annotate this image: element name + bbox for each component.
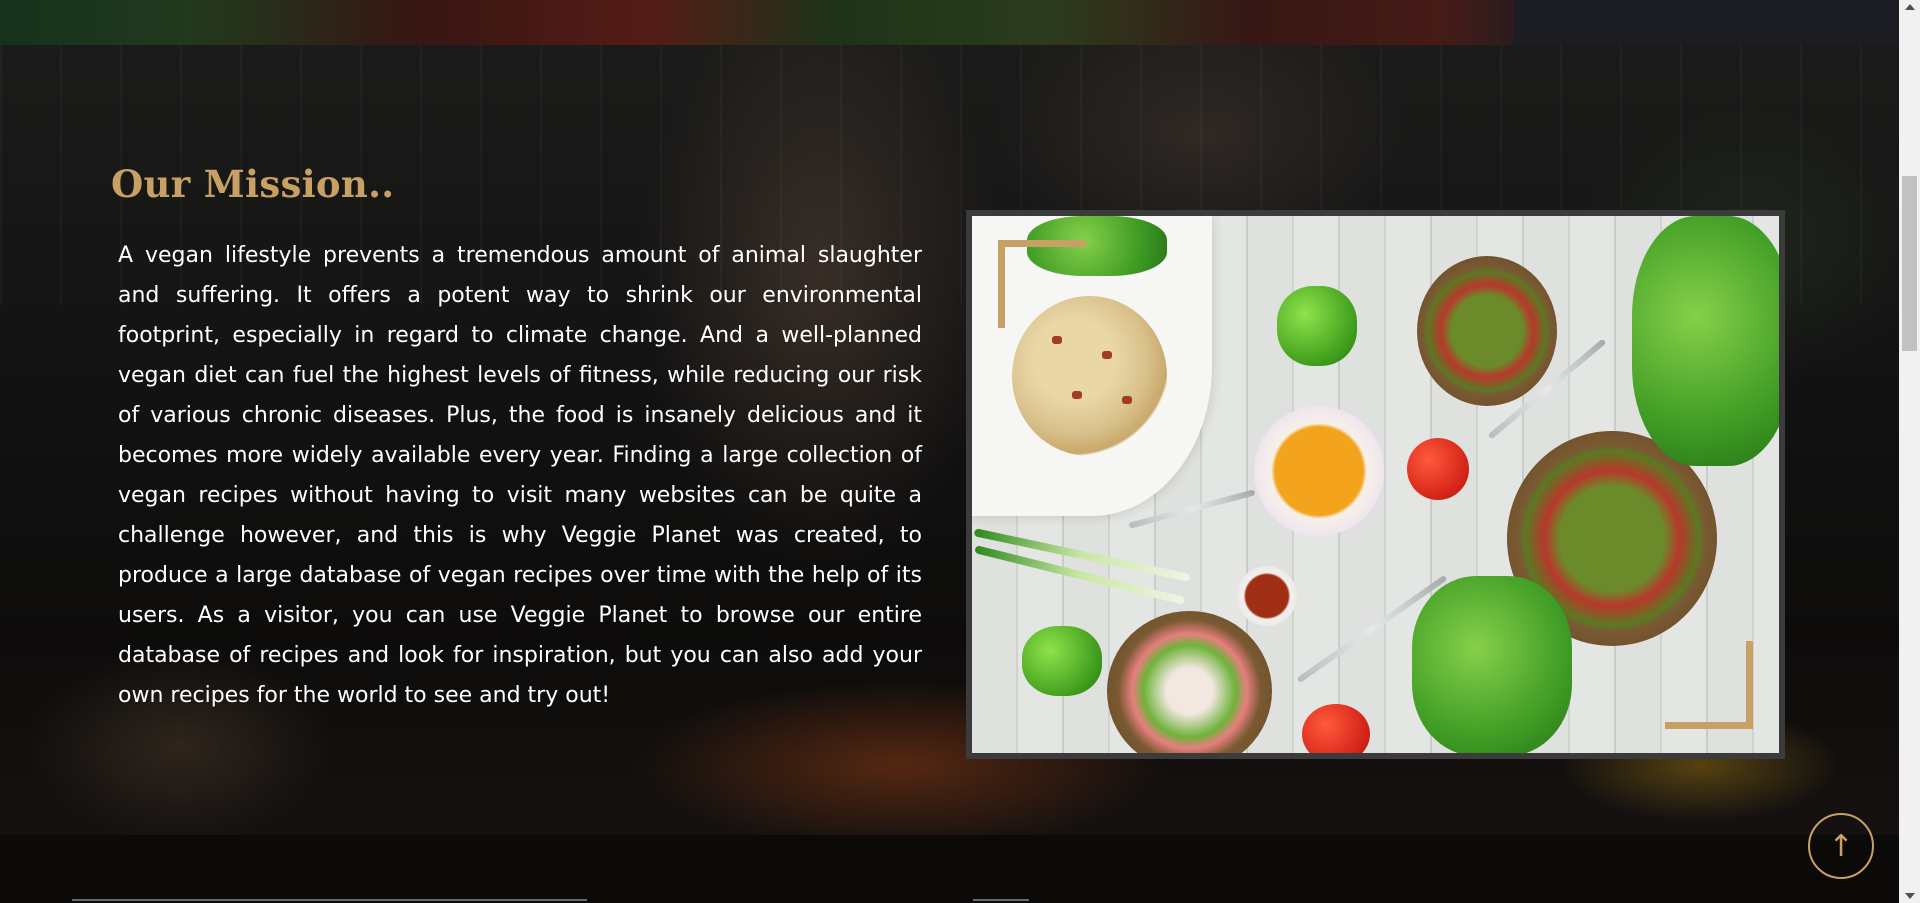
mission-image-frame: [966, 210, 1785, 759]
salad-bowl: [1107, 611, 1272, 753]
scrollbar-thumb[interactable]: [1902, 176, 1917, 351]
decorative-corner-top-left: [998, 240, 1086, 328]
mission-heading: Our Mission..: [111, 162, 395, 206]
previous-section-panel: [1514, 0, 1899, 45]
salad-bowl: [1417, 256, 1557, 406]
arrow-up-icon: ↑: [1828, 828, 1854, 864]
green-pepper: [1277, 286, 1357, 366]
soup-bowl: [1254, 406, 1384, 536]
scrollbar[interactable]: [1899, 0, 1920, 903]
parsley: [1412, 576, 1572, 753]
scroll-down-arrow-icon[interactable]: [1905, 893, 1915, 899]
tomato: [1302, 704, 1370, 753]
vegan-food-photo: [972, 216, 1779, 753]
footer: [0, 835, 1899, 903]
scroll-up-arrow-icon[interactable]: [1905, 4, 1915, 10]
green-pepper: [1022, 626, 1102, 696]
back-to-top-button[interactable]: ↑: [1808, 813, 1874, 879]
footer-divider: [72, 899, 587, 901]
footer-divider: [973, 899, 1029, 901]
mission-text: A vegan lifestyle prevents a tremendous …: [118, 243, 922, 708]
decorative-corner-bottom-right: [1665, 641, 1753, 729]
page: Our Mission.. A vegan lifestyle prevents…: [0, 0, 1920, 903]
chili-flakes-bowl: [1237, 566, 1297, 626]
tomato: [1407, 438, 1469, 500]
lettuce: [1632, 216, 1779, 466]
mission-section: Our Mission.. A vegan lifestyle prevents…: [0, 45, 1899, 835]
